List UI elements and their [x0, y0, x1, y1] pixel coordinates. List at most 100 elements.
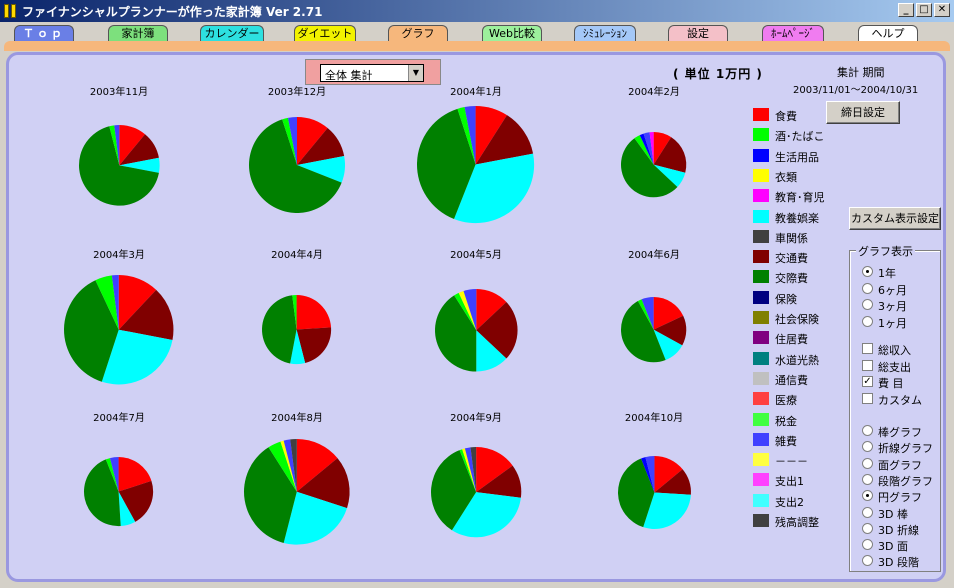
radio-icon[interactable]: [862, 522, 873, 534]
radio-icon[interactable]: [862, 315, 873, 327]
legend-swatch: [753, 493, 769, 507]
legend-label: 医療: [775, 394, 797, 408]
legend-label: 教育･育児: [775, 191, 825, 205]
pie-chart: [249, 117, 345, 213]
close-button[interactable]: ✕: [934, 3, 950, 17]
app-icon: [4, 4, 18, 18]
custom-display-settings-button[interactable]: カスタム表示設定: [849, 207, 941, 230]
checkbox-icon[interactable]: ✓: [862, 376, 873, 387]
radio-icon[interactable]: [862, 425, 873, 436]
checkbox-icon[interactable]: [862, 392, 873, 404]
option-label: 3D 段階: [878, 556, 919, 570]
legend-label: 生活用品: [775, 150, 819, 164]
option-label: 棒グラフ: [878, 426, 922, 439]
radio-icon[interactable]: [862, 490, 873, 502]
window-title: ファイナンシャルプランナーが作った家計簿 Ver 2.71: [22, 5, 323, 19]
legend-swatch: [753, 250, 769, 264]
pie-slice: [262, 295, 297, 364]
option-label: 段階グラフ: [878, 474, 933, 488]
option-label: 6ヶ月: [878, 283, 907, 297]
maximize-button[interactable]: □: [916, 3, 932, 17]
legend-label: 税金: [775, 414, 797, 428]
option-label: 1年: [878, 267, 896, 280]
legend-swatch: [753, 412, 769, 426]
radio-icon[interactable]: [862, 282, 873, 294]
option-label: 面グラフ: [878, 458, 922, 472]
legend-swatch: [753, 371, 769, 385]
pie-chart: [617, 455, 691, 529]
pie-chart: [84, 457, 154, 527]
pie-title: 2004年1月: [450, 87, 502, 98]
radio-icon[interactable]: [862, 555, 873, 567]
pie-title: 2003年11月: [89, 87, 149, 98]
graph-display-group: グラフ表示 1年 6ヶ月 3ヶ月 1ヶ月 総収入 総支出 ✓ 費 目カスタム 棒グラフ 折線グラ…: [849, 243, 941, 572]
minimize-button[interactable]: _: [898, 3, 914, 17]
pie-title: 2004年9月: [450, 413, 502, 424]
legend-swatch: [753, 148, 769, 162]
period-label: 集計 期間: [837, 66, 885, 79]
option-label: 総支出: [878, 360, 911, 374]
legend-label: 車関係: [775, 231, 808, 245]
legend-label: 水道光熱: [775, 353, 819, 367]
checkbox-icon[interactable]: [862, 343, 873, 354]
legend-label: 社会保険: [775, 313, 819, 326]
radio-icon[interactable]: [862, 506, 873, 518]
pie-chart: [621, 297, 687, 363]
pie-title: 2004年2月: [628, 87, 680, 98]
legend-label: 通信費: [775, 373, 808, 387]
pie-chart: [244, 439, 350, 545]
pie-title: 2004年6月: [628, 250, 680, 261]
pie-title: 2004年8月: [271, 413, 323, 424]
option-label: 3D 棒: [878, 507, 908, 521]
legend-swatch: [753, 128, 769, 142]
legend-label: 酒･たばこ: [775, 130, 825, 144]
chevron-down-icon[interactable]: ▼: [408, 65, 423, 81]
pie-title: 2004年7月: [93, 413, 145, 424]
legend-swatch: [753, 229, 769, 243]
pie-chart: [64, 275, 174, 385]
legend-swatch: [753, 290, 769, 304]
aggregate-dropdown-frame: 全体 集計 ▼: [305, 59, 441, 85]
radio-icon[interactable]: [862, 473, 873, 485]
legend-label: 住居費: [775, 333, 808, 347]
legend-swatch: [753, 453, 769, 467]
graph-display-title: グラフ表示: [856, 243, 915, 259]
pie-slice: [296, 295, 332, 330]
legend-swatch: [753, 209, 769, 223]
pie-chart: [621, 132, 687, 198]
option-label: 3D 折線: [878, 523, 919, 537]
option-label: カスタム: [878, 393, 922, 407]
legend-swatch: [753, 331, 769, 345]
legend-label: 保険: [775, 292, 797, 306]
radio-icon[interactable]: [862, 457, 873, 469]
legend-label: 残高調整: [775, 516, 819, 529]
cutoff-settings-button[interactable]: 締日設定: [826, 101, 900, 124]
radio-icon[interactable]: [862, 441, 873, 453]
option-label: 折線グラフ: [878, 442, 933, 456]
legend-label: 教養娯楽: [775, 211, 819, 225]
pie-title: 2003年12月: [267, 87, 327, 98]
legend-label: 雑費: [775, 434, 797, 448]
title-bar: ファイナンシャルプランナーが作った家計簿 Ver 2.71 _ □ ✕: [0, 0, 954, 22]
pie-title: 2004年4月: [271, 250, 323, 261]
pie-chart: [430, 446, 522, 538]
pie-title: 2004年10月: [624, 413, 684, 424]
legend-swatch: [753, 108, 769, 121]
legend-label: 食費: [775, 110, 797, 123]
legend-swatch: [753, 351, 769, 365]
legend-swatch: [753, 168, 769, 182]
radio-icon[interactable]: [862, 299, 873, 310]
checkbox-icon[interactable]: [862, 359, 873, 371]
radio-icon[interactable]: [862, 539, 873, 551]
option-label: 円グラフ: [878, 491, 922, 505]
radio-icon[interactable]: [862, 266, 873, 277]
legend-swatch: [753, 473, 769, 487]
period-range: 2003/11/01～2004/10/31: [793, 85, 919, 96]
option-label: 1ヶ月: [878, 316, 907, 330]
graph-panel: 全体 集計 ▼ ( 単位 1万円 ) 集計 期間 2003/11/01～2004…: [6, 52, 946, 582]
aggregate-dropdown[interactable]: 全体 集計 ▼: [320, 64, 424, 82]
legend-label: 交際費: [775, 272, 808, 286]
pie-title: 2004年5月: [450, 250, 502, 261]
legend-swatch: [753, 432, 769, 446]
legend-label: －－－: [775, 455, 808, 469]
